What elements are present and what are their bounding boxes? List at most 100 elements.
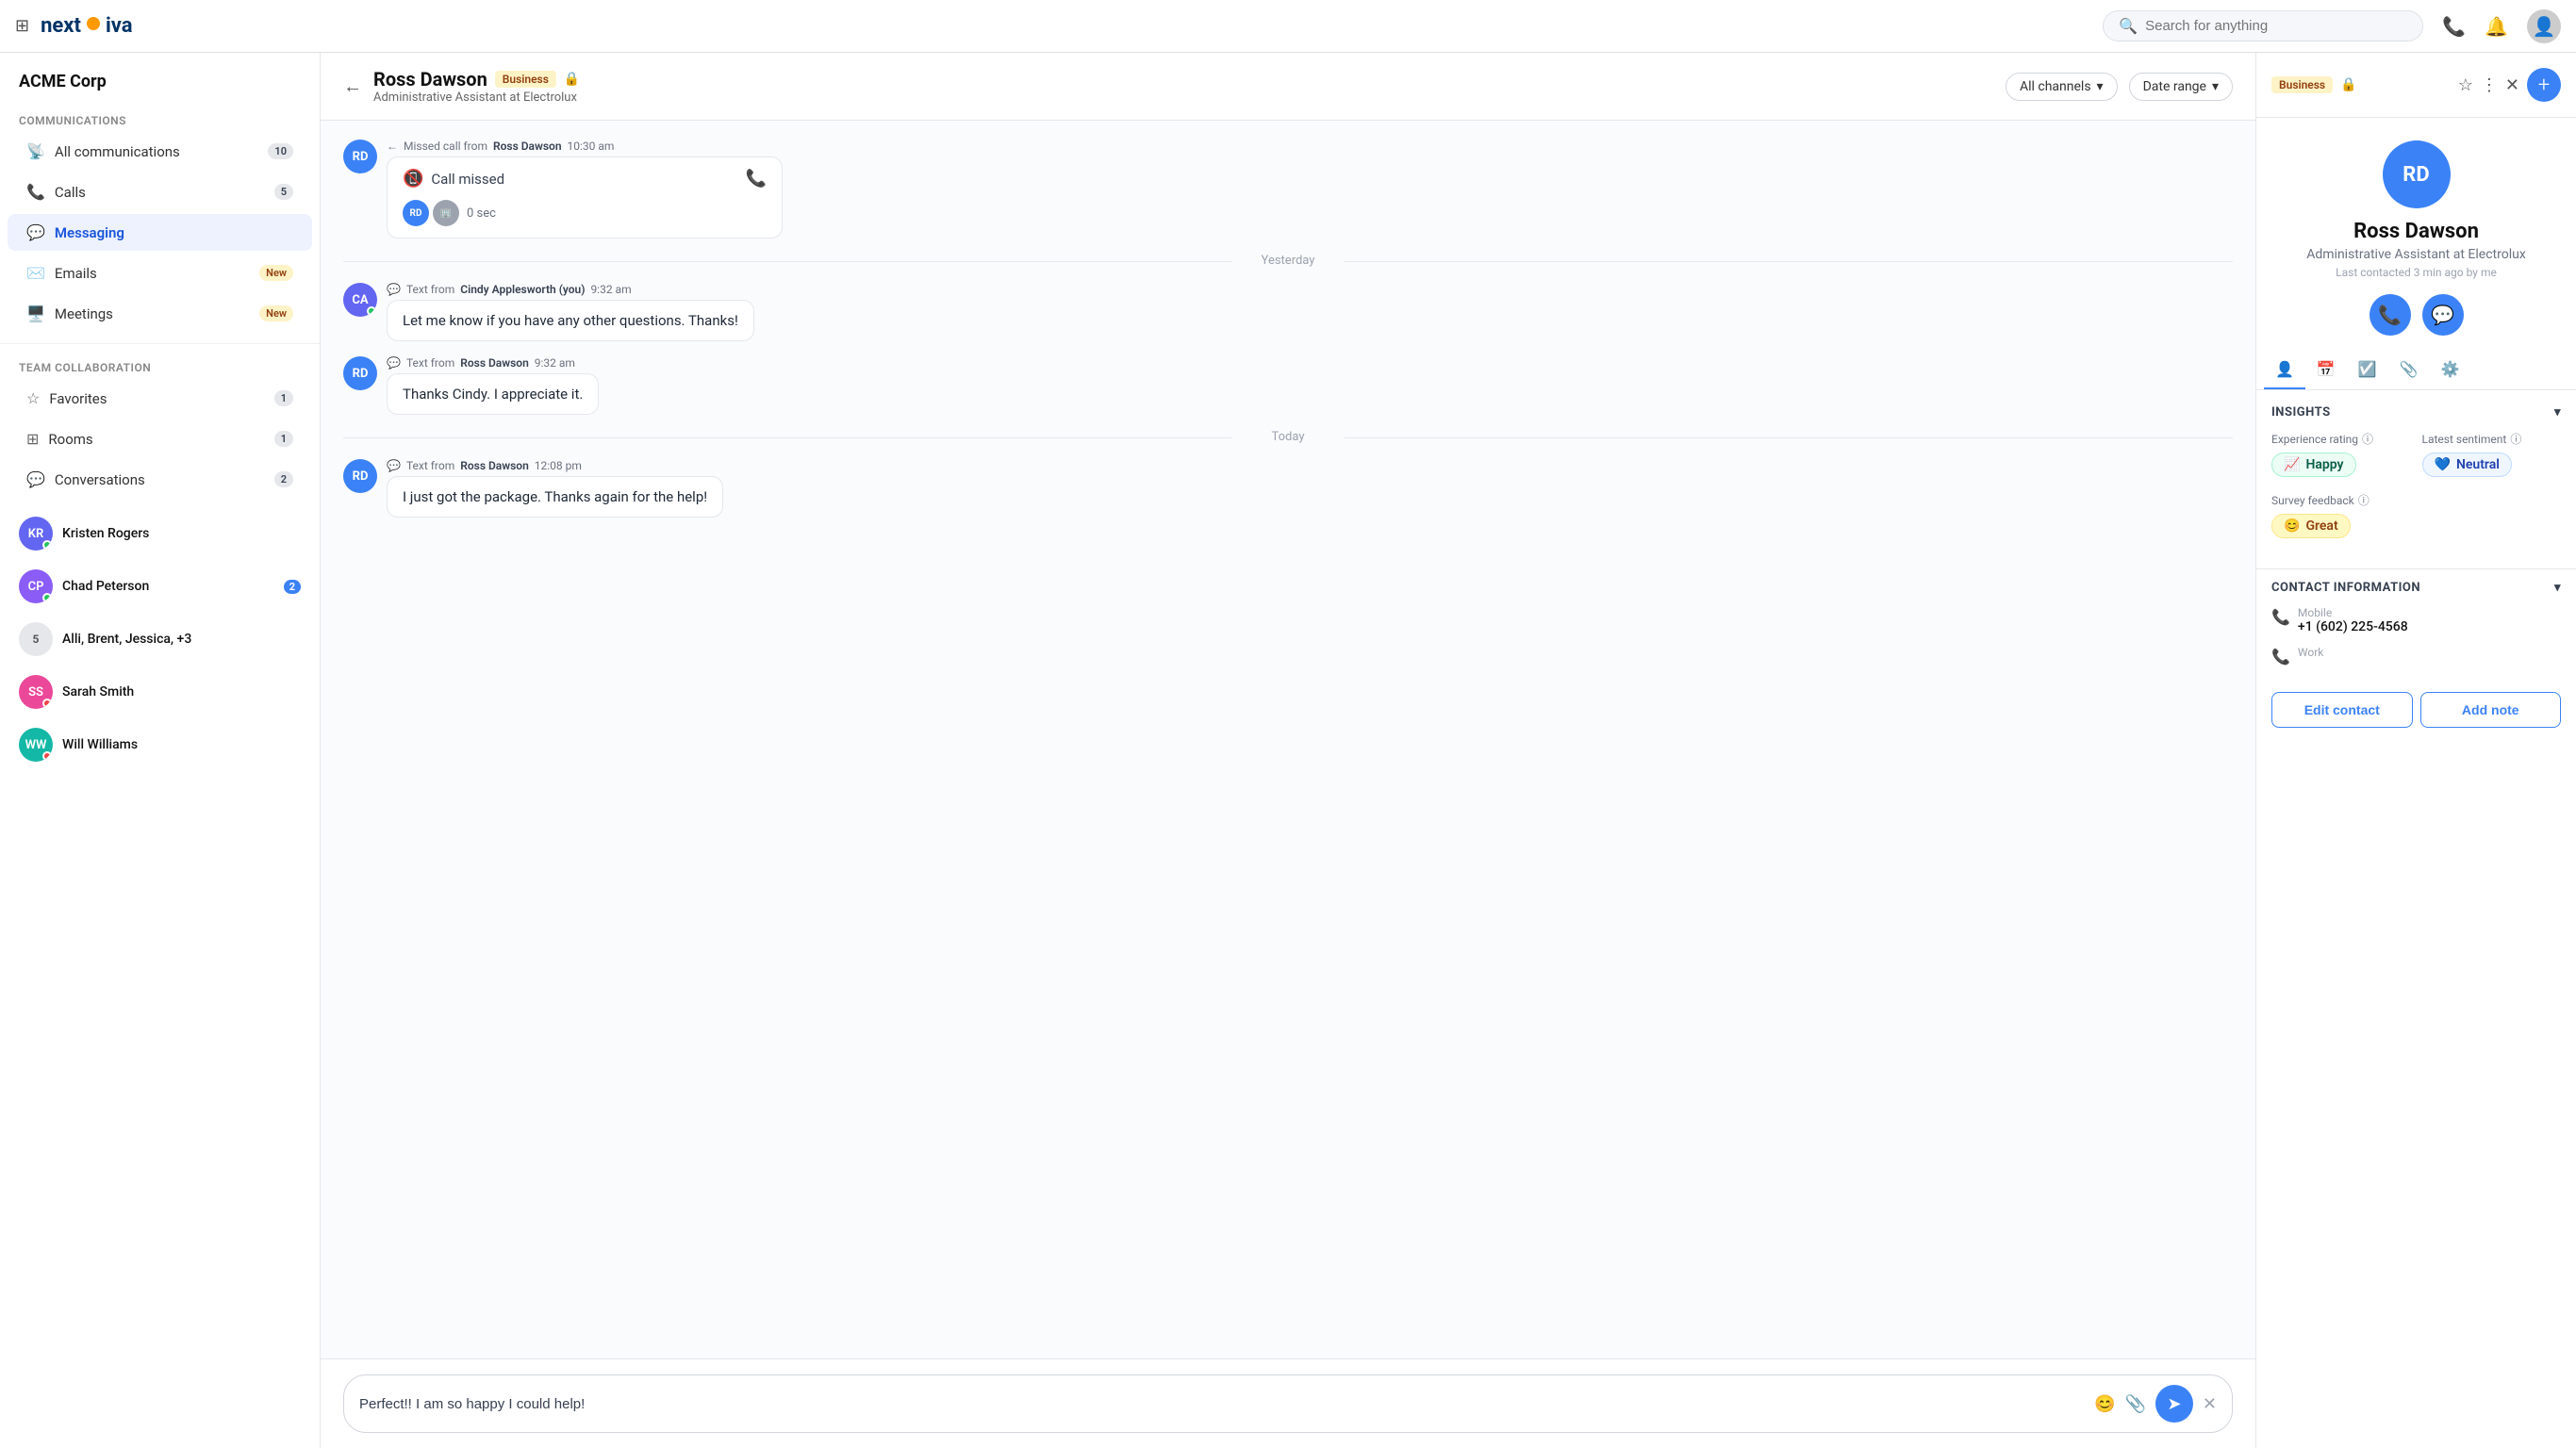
- conv-item-will[interactable]: WW Will Williams: [0, 718, 320, 771]
- rp-lock-icon: 🔒: [2340, 77, 2356, 92]
- sidebar-item-favorites[interactable]: ☆ Favorites 1: [8, 380, 312, 417]
- conv-item-group[interactable]: 5 Alli, Brent, Jessica, +3: [0, 613, 320, 666]
- survey-feedback-value: 😊 Great: [2271, 514, 2351, 538]
- sidebar-item-calls[interactable]: 📞 Calls 5: [8, 173, 312, 210]
- conv-item-sarah[interactable]: SS Sarah Smith: [0, 666, 320, 718]
- all-comms-badge: 10: [268, 143, 293, 159]
- chat-input[interactable]: [359, 1396, 2085, 1412]
- caller-avatar-rd: RD: [403, 200, 429, 226]
- missed-call-sender: Ross Dawson: [493, 140, 562, 153]
- tab-person[interactable]: 👤: [2264, 351, 2305, 389]
- communications-section-title: Communications: [0, 107, 320, 131]
- profile-avatar: RD: [2383, 140, 2451, 208]
- message-action-button[interactable]: 💬: [2422, 294, 2464, 336]
- neutral-heart-icon: 💙: [2435, 457, 2451, 472]
- call-back-icon[interactable]: 📞: [746, 169, 767, 189]
- lock-icon: 🔒: [564, 72, 580, 87]
- rd-msg-prefix-2: Text from: [406, 459, 454, 472]
- logo-text: next: [41, 14, 81, 38]
- tab-attachments[interactable]: 📎: [2388, 351, 2430, 389]
- rp-business-tag: Business: [2271, 76, 2333, 93]
- insights-chevron[interactable]: ▾: [2554, 405, 2561, 420]
- conv-item-kristen[interactable]: KR Kristen Rogers: [0, 507, 320, 560]
- phone-nav-icon[interactable]: 📞: [2442, 15, 2466, 38]
- sidebar-item-conversations[interactable]: 💬 Conversations 2: [8, 461, 312, 498]
- emails-label: Emails: [55, 265, 250, 282]
- company-name: ACME Corp: [0, 53, 320, 107]
- logo-dot: [87, 17, 100, 30]
- contact-info-section: CONTACT INFORMATION ▾ 📞 Mobile +1 (602) …: [2256, 568, 2576, 692]
- close-panel-icon[interactable]: ✕: [2505, 75, 2519, 95]
- rd-time-2: 12:08 pm: [535, 459, 582, 472]
- tab-settings[interactable]: ⚙️: [2430, 351, 2471, 389]
- rd-time-1: 9:32 am: [535, 356, 575, 370]
- tab-tasks[interactable]: ☑️: [2347, 351, 2388, 389]
- user-avatar[interactable]: 👤: [2527, 9, 2561, 43]
- meetings-badge: New: [259, 305, 293, 321]
- message-row-missed-call: RD ← Missed call from Ross Dawson 10:30 …: [343, 140, 2233, 239]
- survey-feedback-label: Survey feedback ⓘ: [2271, 492, 2561, 508]
- message-row-rd-2: RD 💬 Text from Ross Dawson 12:08 pm I ju…: [343, 459, 2233, 518]
- search-input[interactable]: [2145, 18, 2407, 34]
- cindy-msg-prefix: Text from: [406, 283, 454, 296]
- right-panel: Business 🔒 ☆ ⋮ ✕ + RD Ross Dawson Admini…: [2255, 53, 2576, 1448]
- emails-badge: New: [259, 265, 293, 281]
- sidebar-item-all-communications[interactable]: 📡 All communications 10: [8, 133, 312, 170]
- experience-rating-value: 📈 Happy: [2271, 452, 2356, 477]
- close-input-button[interactable]: ✕: [2203, 1394, 2217, 1414]
- date-divider-yesterday: Yesterday: [343, 254, 2233, 268]
- business-tag: Business: [495, 71, 556, 88]
- date-range-filter[interactable]: Date range ▾: [2129, 73, 2233, 101]
- conv-item-chad[interactable]: CP Chad Peterson 2: [0, 560, 320, 613]
- survey-feedback-section: Survey feedback ⓘ 😊 Great: [2271, 492, 2561, 538]
- cindy-time: 9:32 am: [590, 283, 631, 296]
- work-info: Work: [2298, 646, 2323, 659]
- sidebar-item-messaging[interactable]: 💬 Messaging: [8, 214, 312, 251]
- messaging-icon: 💬: [26, 223, 45, 241]
- meetings-label: Meetings: [55, 305, 250, 322]
- contact-info-header[interactable]: CONTACT INFORMATION ▾: [2271, 569, 2561, 606]
- attachment-icon[interactable]: 📎: [2124, 1394, 2145, 1414]
- sidebar-item-meetings[interactable]: 🖥️ Meetings New: [8, 295, 312, 332]
- app-grid-icon[interactable]: ⊞: [15, 16, 29, 36]
- chad-status-dot: [42, 593, 52, 602]
- send-button[interactable]: ➤: [2155, 1385, 2193, 1423]
- rd-sender-2: Ross Dawson: [460, 459, 529, 472]
- sidebar-item-rooms[interactable]: ⊞ Rooms 1: [8, 420, 312, 457]
- message-row-rd-1: RD 💬 Text from Ross Dawson 9:32 am Thank…: [343, 356, 2233, 415]
- kristen-status-dot: [42, 540, 52, 550]
- text-icon-rd2: 💬: [387, 459, 401, 472]
- rd-msg-content-1: 💬 Text from Ross Dawson 9:32 am Thanks C…: [387, 356, 2233, 415]
- bottom-action-buttons: Edit contact Add note: [2256, 692, 2576, 743]
- text-icon-rd1: 💬: [387, 356, 401, 370]
- rd-avatar-2: RD: [343, 459, 377, 493]
- call-action-button[interactable]: 📞: [2370, 294, 2411, 336]
- contact-name: Ross Dawson: [373, 68, 487, 90]
- edit-contact-button[interactable]: Edit contact: [2271, 692, 2413, 728]
- cindy-msg-meta: 💬 Text from Cindy Applesworth (you) 9:32…: [387, 283, 2233, 296]
- missed-call-icon: ←: [387, 140, 398, 153]
- mobile-info: Mobile +1 (602) 225-4568: [2298, 606, 2408, 634]
- mobile-contact-item: 📞 Mobile +1 (602) 225-4568: [2271, 606, 2561, 634]
- work-contact-item: 📞 Work: [2271, 646, 2561, 666]
- emails-icon: ✉️: [26, 264, 45, 282]
- missed-call-meta: ← Missed call from Ross Dawson 10:30 am: [387, 140, 2233, 153]
- star-icon[interactable]: ☆: [2458, 75, 2473, 95]
- all-channels-filter[interactable]: All channels ▾: [2006, 73, 2118, 101]
- calls-badge: 5: [274, 184, 293, 200]
- back-button[interactable]: ←: [343, 74, 362, 98]
- more-options-icon[interactable]: ⋮: [2481, 75, 2498, 95]
- contact-info-chevron[interactable]: ▾: [2554, 581, 2561, 595]
- tab-calendar[interactable]: 📅: [2305, 351, 2347, 389]
- rd-sender-1: Ross Dawson: [460, 356, 529, 370]
- bell-icon[interactable]: 🔔: [2485, 15, 2508, 38]
- add-note-button[interactable]: Add note: [2420, 692, 2562, 728]
- add-button[interactable]: +: [2527, 68, 2561, 102]
- insights-section: INSIGHTS ▾ Experience rating ⓘ 📈 Happy: [2256, 390, 2576, 568]
- search-box[interactable]: 🔍: [2103, 10, 2423, 41]
- mobile-icon: 📞: [2271, 608, 2290, 626]
- sidebar-item-emails[interactable]: ✉️ Emails New: [8, 255, 312, 291]
- favorites-badge: 1: [274, 390, 293, 406]
- emoji-icon[interactable]: 😊: [2094, 1394, 2115, 1414]
- main-layout: ACME Corp Communications 📡 All communica…: [0, 53, 2576, 1448]
